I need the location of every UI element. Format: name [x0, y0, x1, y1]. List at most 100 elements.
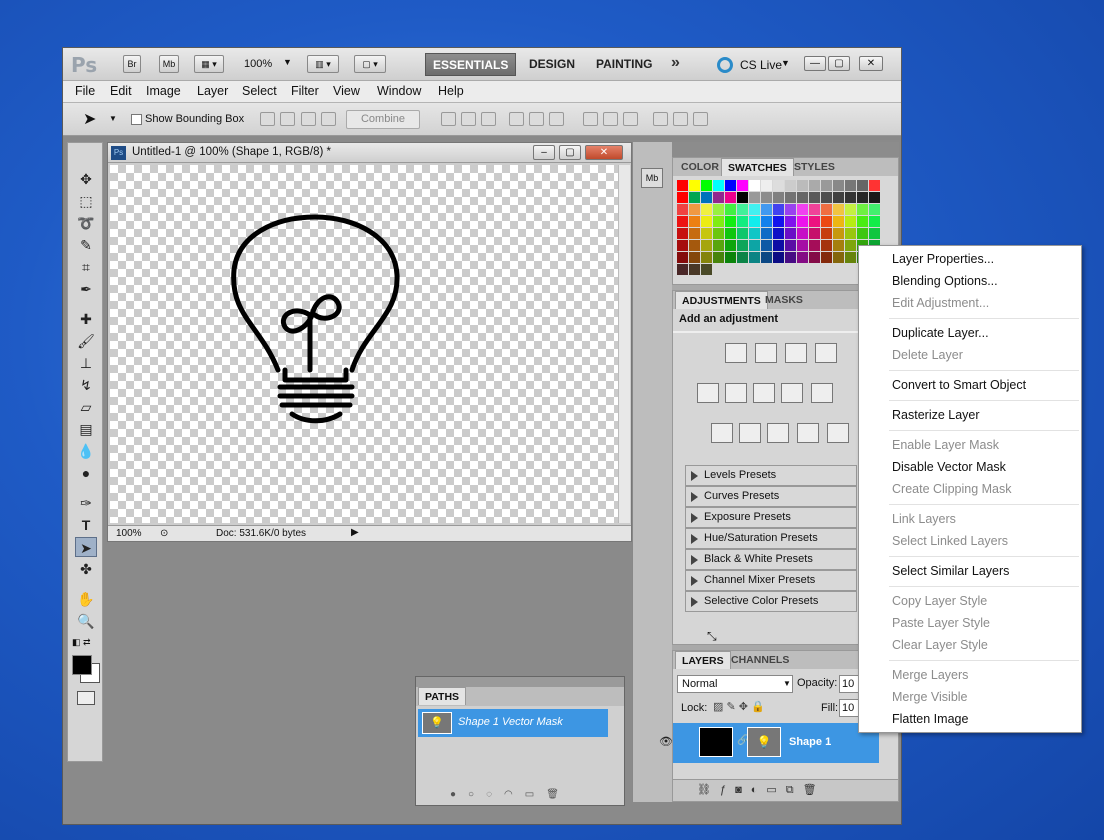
- default-colors-icon[interactable]: ◧ ⇄: [72, 637, 91, 648]
- exposure-presets[interactable]: Exposure Presets: [685, 507, 857, 528]
- swatch-cell[interactable]: [797, 192, 808, 203]
- menu-select[interactable]: Select: [242, 84, 277, 98]
- menu-layer[interactable]: Layer: [197, 84, 228, 98]
- menu-item-link-layers[interactable]: Link Layers: [892, 512, 956, 526]
- swatch-cell[interactable]: [821, 180, 832, 191]
- menu-item-flatten-image[interactable]: Flatten Image: [892, 712, 968, 726]
- menu-filter[interactable]: Filter: [291, 84, 319, 98]
- swatch-cell[interactable]: [689, 252, 700, 263]
- blend-mode-dropdown-icon[interactable]: ▼: [783, 679, 791, 688]
- history-brush-tool-icon[interactable]: ↯: [75, 375, 97, 395]
- levels-icon[interactable]: [755, 343, 777, 363]
- tab-channels[interactable]: CHANNELS: [725, 651, 795, 669]
- selective-color-icon[interactable]: [827, 423, 849, 443]
- swatch-cell[interactable]: [821, 252, 832, 263]
- brush-tool-icon[interactable]: 🖌: [75, 331, 97, 351]
- swatch-cell[interactable]: [773, 216, 784, 227]
- curves-icon[interactable]: [785, 343, 807, 363]
- tab-styles[interactable]: STYLES: [788, 158, 841, 176]
- swatch-cell[interactable]: [773, 192, 784, 203]
- zoom-dropdown-icon[interactable]: ▼: [283, 57, 292, 67]
- swatch-cell[interactable]: [809, 180, 820, 191]
- workspace-essentials[interactable]: ESSENTIALS: [425, 53, 517, 76]
- swatch-cell[interactable]: [785, 240, 796, 251]
- eyedropper-tool-icon[interactable]: ✒: [75, 279, 97, 299]
- visibility-eye-icon[interactable]: 👁: [659, 735, 673, 748]
- color-balance-icon[interactable]: [753, 383, 775, 403]
- threshold-icon[interactable]: [767, 423, 789, 443]
- swatch-cell[interactable]: [725, 192, 736, 203]
- menu-item-merge-layers[interactable]: Merge Layers: [892, 668, 968, 682]
- swatch-cell[interactable]: [785, 228, 796, 239]
- swatch-cell[interactable]: [713, 228, 724, 239]
- shape-intersect-icon[interactable]: [301, 112, 316, 126]
- workspace-design[interactable]: DESIGN: [522, 53, 582, 76]
- swatch-cell[interactable]: [725, 252, 736, 263]
- close-button[interactable]: ✕: [859, 56, 883, 71]
- swatch-cell[interactable]: [677, 264, 688, 275]
- align-vcenter-icon[interactable]: [461, 112, 476, 126]
- maximize-button[interactable]: ▢: [828, 56, 850, 71]
- swatch-cell[interactable]: [677, 204, 688, 215]
- swatch-cell[interactable]: [689, 180, 700, 191]
- align-hcenter-icon[interactable]: [529, 112, 544, 126]
- more-workspaces-icon[interactable]: »: [671, 54, 680, 72]
- swatch-cell[interactable]: [701, 228, 712, 239]
- swatch-cell[interactable]: [845, 192, 856, 203]
- distribute-top-icon[interactable]: [583, 112, 598, 126]
- document-canvas[interactable]: [110, 165, 618, 523]
- menu-item-clear-layer-style[interactable]: Clear Layer Style: [892, 638, 988, 652]
- invert-icon[interactable]: [711, 423, 733, 443]
- show-bounding-box-checkbox[interactable]: [131, 114, 142, 125]
- swatch-cell[interactable]: [761, 204, 772, 215]
- menu-item-layer-properties[interactable]: Layer Properties...: [892, 252, 994, 266]
- tab-swatches[interactable]: SWATCHES: [721, 158, 794, 176]
- menu-item-rasterize-layer[interactable]: Rasterize Layer: [892, 408, 980, 422]
- align-left-icon[interactable]: [509, 112, 524, 126]
- swatch-cell[interactable]: [725, 180, 736, 191]
- lasso-tool-icon[interactable]: ➰: [75, 213, 97, 233]
- swatch-cell[interactable]: [725, 240, 736, 251]
- hue-saturation-icon[interactable]: [725, 383, 747, 403]
- swatch-cell[interactable]: [869, 228, 880, 239]
- swatch-cell[interactable]: [689, 264, 700, 275]
- align-top-icon[interactable]: [441, 112, 456, 126]
- selective-color-presets[interactable]: Selective Color Presets: [685, 591, 857, 612]
- distribute-right-icon[interactable]: [693, 112, 708, 126]
- doc-maximize-button[interactable]: ▢: [559, 145, 581, 160]
- path-name[interactable]: Shape 1 Vector Mask: [458, 716, 563, 728]
- foreground-color-swatch[interactable]: [72, 655, 92, 675]
- swatch-cell[interactable]: [701, 240, 712, 251]
- swatch-cell[interactable]: [821, 204, 832, 215]
- swatch-cell[interactable]: [797, 228, 808, 239]
- menu-image[interactable]: Image: [146, 84, 181, 98]
- status-menu-icon[interactable]: ⊙: [160, 528, 168, 539]
- swatch-cell[interactable]: [761, 228, 772, 239]
- distribute-vcenter-icon[interactable]: [603, 112, 618, 126]
- menu-edit[interactable]: Edit: [110, 84, 132, 98]
- swatch-cell[interactable]: [689, 192, 700, 203]
- cslive-dropdown-icon[interactable]: ▼: [781, 58, 790, 68]
- swatch-cell[interactable]: [737, 204, 748, 215]
- swatch-cell[interactable]: [677, 228, 688, 239]
- black-white-icon[interactable]: [781, 383, 803, 403]
- swatch-cell[interactable]: [773, 180, 784, 191]
- menu-item-duplicate-layer[interactable]: Duplicate Layer...: [892, 326, 989, 340]
- swatch-cell[interactable]: [785, 216, 796, 227]
- menu-item-select-linked-layers[interactable]: Select Linked Layers: [892, 534, 1008, 548]
- swatch-cell[interactable]: [749, 228, 760, 239]
- stamp-tool-icon[interactable]: ⊥: [75, 353, 97, 373]
- swatch-cell[interactable]: [737, 180, 748, 191]
- menu-item-disable-vector-mask[interactable]: Disable Vector Mask: [892, 460, 1006, 474]
- menu-item-edit-adjustment[interactable]: Edit Adjustment...: [892, 296, 989, 310]
- menu-item-merge-visible[interactable]: Merge Visible: [892, 690, 968, 704]
- swatch-cell[interactable]: [749, 252, 760, 263]
- swatch-grid[interactable]: [677, 180, 887, 275]
- pen-tool-icon[interactable]: ✑: [75, 493, 97, 513]
- swatch-cell[interactable]: [737, 228, 748, 239]
- swatch-cell[interactable]: [845, 252, 856, 263]
- menu-item-blending-options[interactable]: Blending Options...: [892, 274, 998, 288]
- swatch-cell[interactable]: [857, 180, 868, 191]
- canvas-vertical-scrollbar[interactable]: [618, 165, 630, 523]
- shape-exclude-icon[interactable]: [321, 112, 336, 126]
